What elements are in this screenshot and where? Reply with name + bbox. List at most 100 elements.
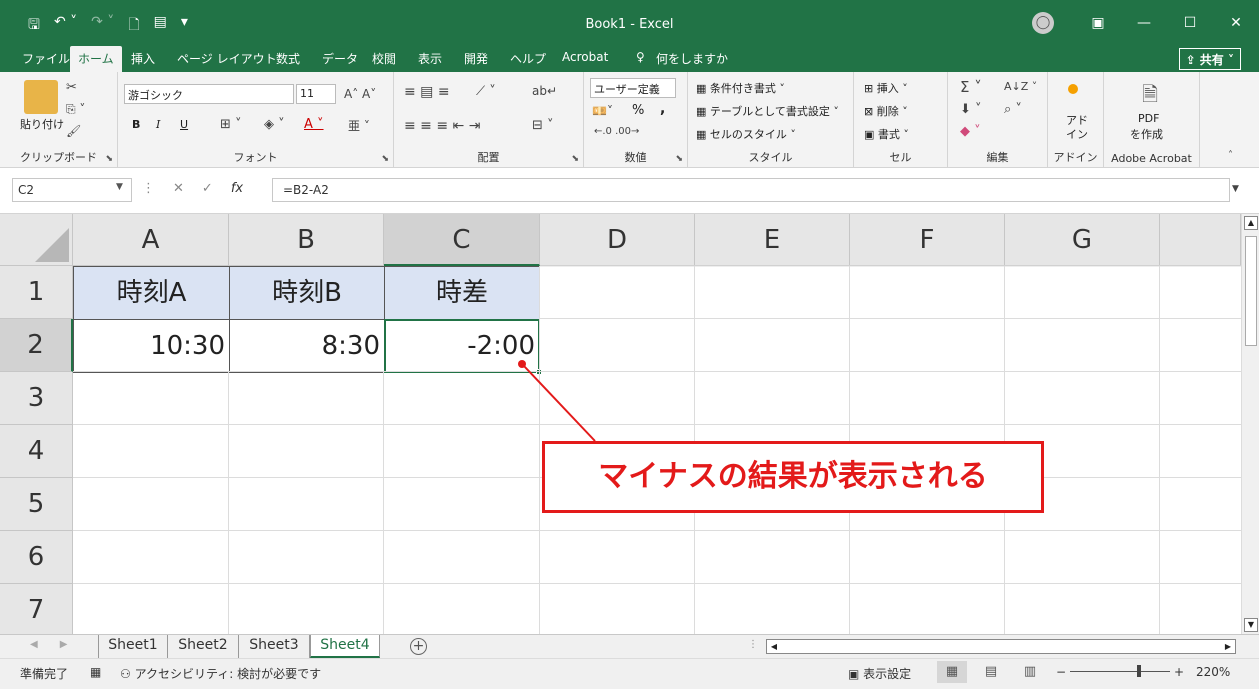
expand-formula-icon[interactable]: ▼ (1232, 184, 1239, 194)
sheet-tab-1[interactable]: Sheet1 (98, 635, 168, 658)
worksheet-grid: A B C D E F G 1 2 3 4 5 6 7 時刻A 時刻B 時差 1… (0, 214, 1259, 634)
fill-color-icon[interactable]: ◈ ˅ (264, 117, 285, 132)
tab-page-layout[interactable]: ページ レイアウト (177, 50, 277, 67)
border-icon[interactable]: ⊞ ˅ (220, 117, 242, 132)
dialog-launcher-icon[interactable]: ⬊ (105, 154, 113, 164)
tab-data[interactable]: データ (322, 50, 358, 67)
scroll-up-icon[interactable]: ▲ (1244, 216, 1258, 230)
cut-icon[interactable]: ✂ (66, 80, 77, 95)
minimize-icon[interactable]: — (1121, 15, 1167, 31)
format-painter-icon[interactable]: 🖌 (66, 124, 81, 138)
scroll-thumb[interactable] (1245, 236, 1257, 346)
phonetic-icon[interactable]: 亜 ˅ (348, 117, 370, 134)
chevron-down-icon[interactable]: ▼ (116, 182, 123, 192)
vertical-align-icon[interactable]: ≡ ▤ ≡ (404, 84, 450, 100)
copy-icon[interactable]: ⎘ ˅ (66, 102, 85, 117)
underline-button[interactable]: U (180, 118, 188, 131)
font-color-icon[interactable]: A ˅ (304, 117, 324, 132)
formula-input[interactable]: =B2-A2 (272, 178, 1230, 202)
add-sheet-icon[interactable]: + (410, 638, 427, 655)
format-cells-button[interactable]: ▣ 書式 ˅ (864, 126, 909, 142)
gridlines (73, 265, 1241, 634)
zoom-slider[interactable] (1070, 671, 1170, 672)
tell-me-search[interactable]: 何をしますか (656, 50, 728, 67)
sort-filter-icon[interactable]: A↓Z ˅ (1004, 80, 1037, 93)
format-as-table-button[interactable]: ▦ テーブルとして書式設定 ˅ (696, 103, 839, 119)
percent-button[interactable]: % (632, 103, 644, 118)
delete-cells-button[interactable]: ⊠ 削除 ˅ (864, 103, 908, 119)
scroll-down-icon[interactable]: ▼ (1244, 618, 1258, 632)
ribbon-display-options-icon[interactable]: ▣ (1075, 15, 1121, 31)
accounting-format-icon[interactable]: 💴˅ (592, 104, 613, 118)
horizontal-align-icon[interactable]: ≡ ≡ ≡ ⇤ ⇥ (404, 118, 480, 134)
tab-formulas[interactable]: 数式 (276, 50, 300, 67)
macro-record-icon[interactable]: ▦ (90, 665, 101, 679)
clear-icon[interactable]: ◆ ˅ (960, 124, 981, 139)
dialog-launcher-icon[interactable]: ⬊ (381, 154, 389, 164)
decimal-icon[interactable]: ←.0 .00→ (594, 126, 639, 137)
dialog-launcher-icon[interactable]: ⬊ (571, 154, 579, 164)
tab-insert[interactable]: 挿入 (131, 50, 155, 67)
orientation-icon[interactable]: ⟋ ˅ (476, 84, 496, 99)
sheet-tab-3[interactable]: Sheet3 (239, 635, 310, 658)
dialog-launcher-icon[interactable]: ⬊ (675, 154, 683, 164)
accessibility-status[interactable]: ⚇ アクセシビリティ: 検討が必要です (120, 665, 321, 682)
cell-styles-button[interactable]: ▦ セルのスタイル ˅ (696, 126, 796, 142)
scroll-right-icon[interactable]: ▶ (1221, 640, 1235, 653)
create-pdf-line2[interactable]: を作成 (1130, 126, 1163, 142)
page-layout-view-icon[interactable]: ▤ (976, 661, 1006, 683)
name-box[interactable]: C2 (12, 178, 132, 202)
italic-button[interactable]: I (156, 118, 160, 131)
find-select-icon[interactable]: ⌕ ˅ (1004, 102, 1022, 117)
enter-icon[interactable]: ✓ (202, 181, 213, 196)
fill-icon[interactable]: ⬇ ˅ (960, 102, 982, 117)
next-sheet-icon[interactable]: ▶ (60, 639, 68, 650)
close-icon[interactable]: ✕ (1213, 15, 1259, 31)
cancel-icon[interactable]: ✕ (173, 181, 184, 196)
page-break-view-icon[interactable]: ▥ (1015, 661, 1045, 683)
tab-acrobat[interactable]: Acrobat (562, 50, 608, 64)
tab-home[interactable]: ホーム (70, 46, 122, 72)
collapse-ribbon-icon[interactable]: ˄ (1228, 150, 1233, 161)
create-pdf-line1[interactable]: PDF (1138, 112, 1159, 125)
paste-icon[interactable] (24, 80, 58, 114)
tab-developer[interactable]: 開発 (464, 50, 488, 67)
zoom-in-icon[interactable]: + (1174, 665, 1184, 679)
wrap-text-icon[interactable]: ab↵ (532, 84, 557, 98)
grow-font-icon[interactable]: A˄ A˅ (344, 87, 376, 101)
addins-icon[interactable] (1068, 84, 1078, 94)
prev-sheet-icon[interactable]: ◀ (30, 639, 38, 650)
maximize-icon[interactable]: ☐ (1167, 15, 1213, 31)
display-settings-button[interactable]: ▣ 表示設定 (848, 665, 911, 682)
vertical-scrollbar[interactable]: ▲ ▼ (1241, 214, 1259, 634)
font-name-select[interactable]: 游ゴシック (124, 84, 294, 104)
split-handle-icon[interactable]: ⋮ (748, 639, 758, 650)
autosum-icon[interactable]: Σ ˅ (960, 78, 982, 96)
zoom-slider-knob[interactable] (1137, 665, 1141, 677)
insert-function-icon[interactable]: fx (231, 181, 243, 196)
share-button[interactable]: ⇪ 共有 ˅ (1178, 48, 1241, 70)
conditional-formatting-button[interactable]: ▦ 条件付き書式 ˅ (696, 80, 785, 96)
pdf-icon[interactable]: 🗎 (1142, 80, 1158, 114)
bold-button[interactable]: B (132, 118, 140, 131)
merge-center-icon[interactable]: ⊟ ˅ (532, 118, 554, 133)
comma-button[interactable]: , (660, 101, 665, 117)
number-format-select[interactable]: ユーザー定義 (590, 78, 676, 98)
sheet-tab-4[interactable]: Sheet4 (310, 635, 380, 658)
more-icon: ⋮ (142, 181, 155, 196)
horizontal-scrollbar[interactable]: ◀ ▶ (766, 639, 1236, 654)
zoom-level[interactable]: 220% (1196, 665, 1230, 679)
tab-file[interactable]: ファイル (22, 50, 70, 67)
tab-view[interactable]: 表示 (418, 50, 442, 67)
paste-button[interactable]: 貼り付け (20, 116, 64, 132)
tab-review[interactable]: 校閲 (372, 50, 396, 67)
zoom-out-icon[interactable]: − (1056, 665, 1066, 679)
tab-help[interactable]: ヘルプ (510, 50, 546, 67)
font-size-select[interactable]: 11 (296, 84, 336, 104)
sheet-tab-2[interactable]: Sheet2 (168, 635, 239, 658)
addins-button-line2[interactable]: イン (1066, 126, 1088, 142)
user-avatar-icon[interactable]: ◯ (1032, 12, 1054, 34)
insert-cells-button[interactable]: ⊞ 挿入 ˅ (864, 80, 908, 96)
scroll-left-icon[interactable]: ◀ (767, 640, 781, 653)
normal-view-icon[interactable]: ▦ (937, 661, 967, 683)
